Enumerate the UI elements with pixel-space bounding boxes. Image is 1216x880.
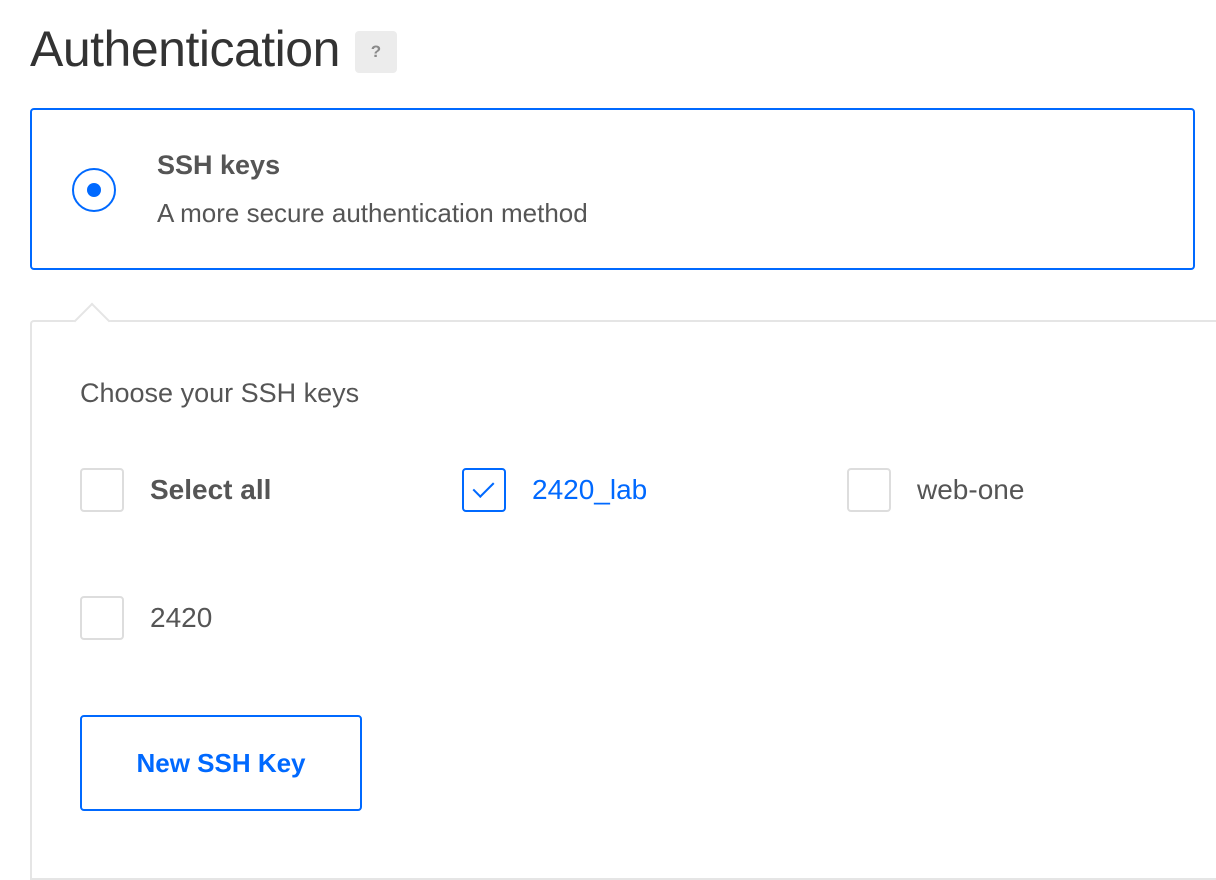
- ssh-key-option-2420-lab[interactable]: 2420_lab: [462, 468, 647, 512]
- ssh-keys-panel: Choose your SSH keys Select all 2420_lab…: [30, 302, 1216, 880]
- help-icon[interactable]: ?: [354, 31, 397, 73]
- choose-keys-label: Choose your SSH keys: [80, 378, 360, 408]
- page-header: Authentication ?: [30, 18, 397, 80]
- ssh-keys-radio[interactable]: [72, 168, 116, 212]
- ssh-key-checkbox-2420-lab[interactable]: [462, 468, 506, 512]
- new-ssh-key-button[interactable]: New SSH Key: [80, 715, 362, 811]
- ssh-key-label-2420: 2420: [150, 602, 213, 633]
- ssh-key-label-2420-lab: 2420_lab: [532, 474, 648, 505]
- select-all-checkbox[interactable]: [80, 468, 124, 512]
- ssh-key-option-2420[interactable]: 2420: [80, 596, 212, 640]
- ssh-key-checkbox-web-one[interactable]: [847, 468, 891, 512]
- method-title: SSH keys: [157, 150, 281, 180]
- page-title: Authentication: [30, 21, 340, 77]
- ssh-key-checkbox-2420[interactable]: [80, 596, 124, 640]
- panel-pointer: [73, 302, 111, 340]
- select-all-label: Select all: [150, 474, 272, 505]
- checkmark-icon: [472, 476, 495, 498]
- ssh-key-option-web-one[interactable]: web-one: [847, 468, 1024, 512]
- ssh-key-label-web-one: web-one: [917, 474, 1025, 505]
- radio-selected-dot: [87, 183, 101, 197]
- select-all-option[interactable]: Select all: [80, 468, 271, 512]
- ssh-keys-method-option[interactable]: SSH keys A more secure authentication me…: [30, 108, 1195, 270]
- method-description: A more secure authentication method: [157, 198, 588, 228]
